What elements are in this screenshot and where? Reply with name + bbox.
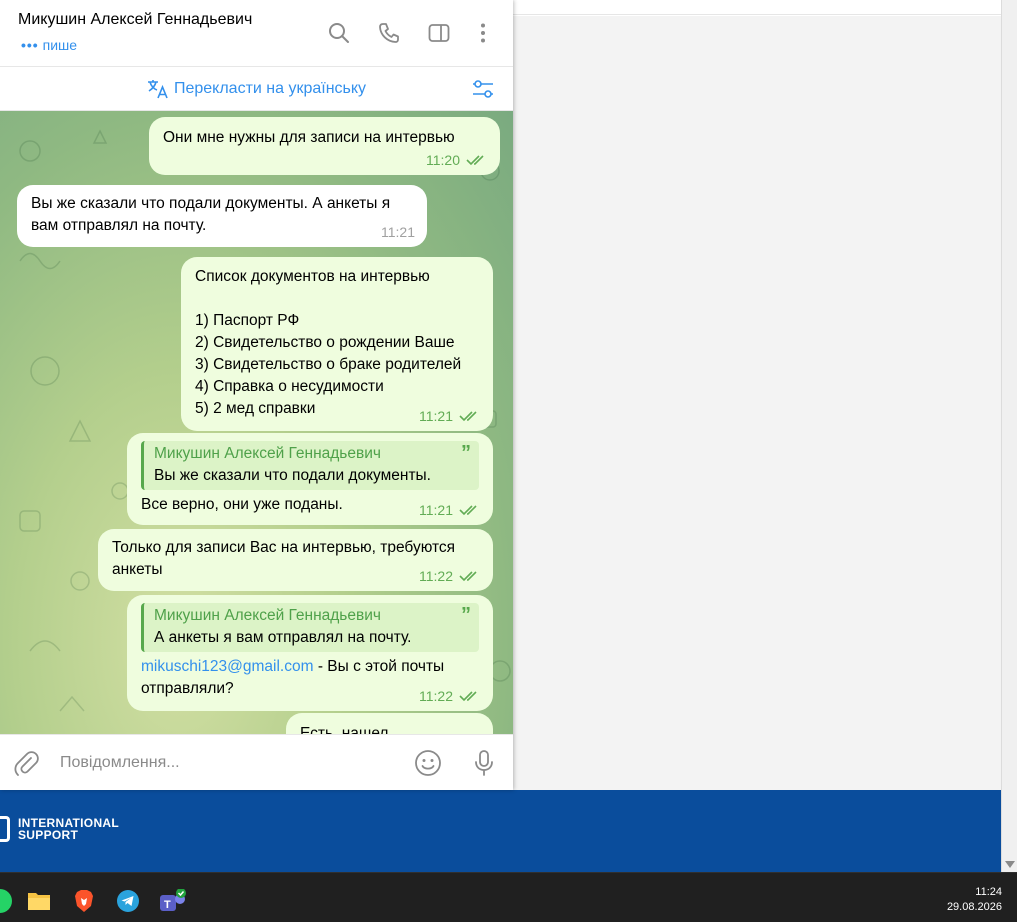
reply-text: Вы же сказали что подали документы.: [154, 467, 431, 484]
message-text-line-2: вам отправлял на почту.: [31, 217, 207, 234]
clock-time: 11:24: [975, 886, 1002, 898]
read-checkmarks-icon: [459, 411, 477, 422]
banner-logo: INTERNATIONAL SUPPORT: [0, 816, 119, 842]
teams-icon[interactable]: T: [160, 888, 186, 913]
scroll-down-arrow-icon[interactable]: [1005, 861, 1015, 868]
message-outgoing[interactable]: Список документов на интервью 1) Паспорт…: [181, 257, 493, 431]
chat-header: Микушин Алексей Геннадьевич ••• пише: [0, 0, 513, 67]
attach-icon[interactable]: [12, 749, 40, 777]
message-time: 11:20: [426, 152, 460, 168]
message-line: Список документов на интервью: [195, 268, 430, 285]
read-checkmarks-icon: [459, 505, 477, 516]
browser-scrollbar[interactable]: [1001, 0, 1017, 872]
phone-icon[interactable]: [378, 22, 400, 44]
message-outgoing[interactable]: Они мне нужны для записи на интервью 11:…: [149, 117, 500, 175]
message-text: Есть, нашел: [300, 725, 389, 734]
message-line: 4) Справка о несудимости: [195, 378, 384, 395]
chat-title[interactable]: Микушин Алексей Геннадьевич: [18, 11, 252, 29]
message-line: 1) Паспорт РФ: [195, 312, 300, 329]
message-time: 11:21: [419, 408, 453, 424]
banner-logo-mark-icon: [0, 816, 10, 842]
taskbar: T 11:24 29.08.2026: [0, 872, 1017, 922]
message-text: Они мне нужны для записи на интервью: [163, 129, 455, 146]
message-outgoing-reply[interactable]: Микушин Алексей Геннадьевич Вы же сказал…: [127, 433, 493, 525]
message-text: - Вы с этой почты: [313, 658, 445, 675]
quote-icon: ”: [461, 442, 471, 464]
search-icon[interactable]: [328, 22, 350, 44]
translate-button[interactable]: Перекласти на українську: [147, 79, 366, 99]
microphone-icon[interactable]: [470, 749, 498, 777]
message-line: [195, 288, 479, 310]
chat-area[interactable]: Они мне нужны для записи на интервью 11:…: [0, 111, 513, 734]
message-composer: [0, 734, 513, 790]
read-checkmarks-icon: [466, 155, 484, 166]
message-text-line-1: Вы же сказали что подали документы. А ан…: [31, 195, 391, 212]
message-incoming[interactable]: Вы же сказали что подали документы. А ан…: [17, 185, 427, 247]
telegram-window: Микушин Алексей Геннадьевич ••• пише Пер…: [0, 0, 513, 790]
message-time: 11:22: [419, 568, 453, 584]
message-outgoing[interactable]: Только для записи Вас на интервью, требу…: [98, 529, 493, 591]
reply-quote[interactable]: Микушин Алексей Геннадьевич А анкеты я в…: [141, 603, 479, 652]
whatsapp-icon[interactable]: [0, 889, 12, 913]
translate-settings-icon[interactable]: [471, 78, 495, 100]
chat-status: ••• пише: [21, 37, 77, 53]
read-checkmarks-icon: [459, 691, 477, 702]
message-outgoing-reply[interactable]: Микушин Алексей Геннадьевич А анкеты я в…: [127, 595, 493, 711]
reply-author: Микушин Алексей Геннадьевич: [154, 445, 381, 462]
message-line: 3) Свидетельство о браке родителей: [195, 356, 462, 373]
email-link[interactable]: mikuschi123@gmail.com: [141, 658, 314, 675]
telegram-app-icon[interactable]: [116, 889, 140, 913]
desktop: INTERNATIONAL SUPPORT Микушин Алексей Ге…: [0, 0, 1017, 922]
message-time: 11:21: [381, 224, 415, 240]
browser-page: [513, 16, 1001, 790]
typing-indicator-icon: •••: [21, 37, 39, 53]
browser-toolbar: [513, 0, 1001, 15]
message-time: 11:22: [419, 688, 453, 704]
reply-author: Микушин Алексей Геннадьевич: [154, 607, 381, 624]
message-line: 2) Свидетельство о рождении Ваше: [195, 334, 455, 351]
chat-status-text: пише: [42, 37, 78, 53]
reply-text: А анкеты я вам отправлял на почту.: [154, 629, 412, 646]
translate-bar: Перекласти на українську: [0, 67, 513, 111]
brave-browser-icon[interactable]: [72, 889, 96, 913]
emoji-icon[interactable]: [414, 749, 442, 777]
more-options-icon[interactable]: [472, 22, 494, 44]
message-time: 11:21: [419, 502, 453, 518]
read-checkmarks-icon: [459, 571, 477, 582]
clock-date: 29.08.2026: [946, 901, 1002, 913]
svg-text:T: T: [164, 899, 171, 911]
translate-label: Перекласти на українську: [173, 79, 367, 97]
system-clock[interactable]: 11:24 29.08.2026: [947, 885, 1002, 915]
page-banner: [0, 790, 1001, 872]
translate-icon: [147, 79, 168, 98]
quote-icon: ”: [461, 604, 471, 626]
banner-line-2: SUPPORT: [18, 828, 79, 842]
reply-quote[interactable]: Микушин Алексей Геннадьевич Вы же сказал…: [141, 441, 479, 490]
file-explorer-icon[interactable]: [27, 890, 51, 914]
message-input[interactable]: [60, 749, 390, 777]
sidebar-toggle-icon[interactable]: [428, 22, 450, 44]
message-outgoing[interactable]: Есть, нашел: [286, 713, 493, 734]
message-text-line-1: Только для записи Вас на интервью, требу…: [112, 539, 456, 556]
